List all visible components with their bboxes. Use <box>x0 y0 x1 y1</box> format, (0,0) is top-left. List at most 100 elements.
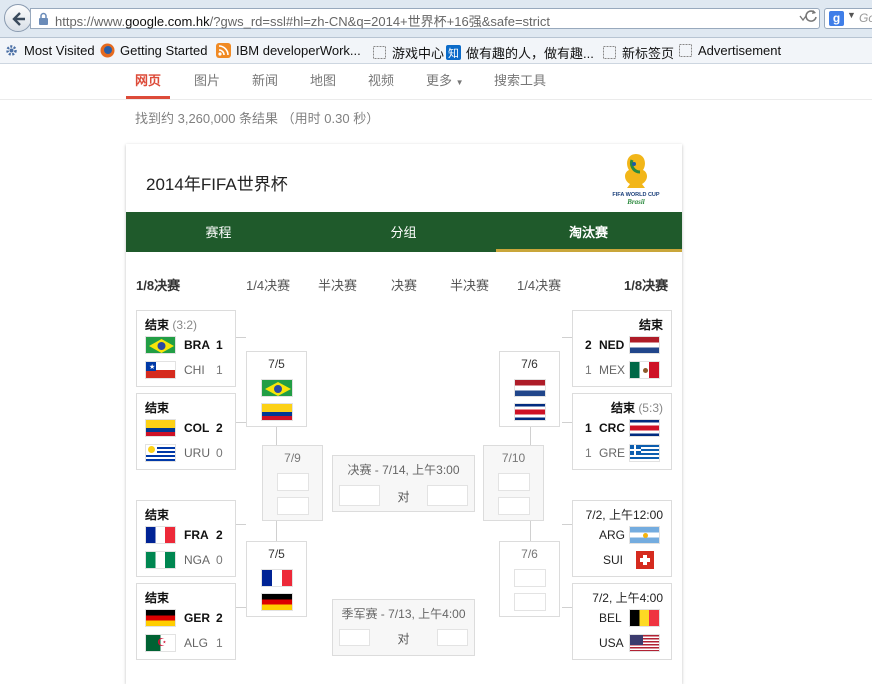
quarterfinal-right-bottom[interactable]: 7/6 <box>499 541 560 617</box>
match-card-bel-usa[interactable]: 7/2, 上午4:00 BEL USA <box>572 583 672 660</box>
round-header-qf-right: 1/4决赛 <box>517 278 562 293</box>
match-date: 7/6 <box>521 547 538 561</box>
bookmark-label: Most Visited <box>24 43 95 58</box>
team-code: FRA <box>184 528 209 542</box>
tab-knockout[interactable]: 淘汰赛 <box>496 222 681 241</box>
match-date: 7/6 <box>521 357 538 371</box>
team-score: 1 <box>216 636 223 650</box>
penalty-score: (5:3) <box>638 401 663 415</box>
team-score: 1 <box>585 446 592 460</box>
match-card-ger-alg[interactable]: 结束 GER 2 ☪ ALG 1 <box>136 583 236 660</box>
bookmark-advertisement[interactable]: Advertisement <box>678 43 781 58</box>
round-header-qf-left: 1/4决赛 <box>246 278 291 293</box>
bookmark-zhihu[interactable]: 知 做有趣的人，做有趣... <box>446 43 594 62</box>
back-button[interactable] <box>4 4 32 32</box>
tab-schedule[interactable]: 赛程 <box>126 222 311 241</box>
semifinal-right[interactable]: 7/10 <box>483 445 544 521</box>
bookmark-game-center[interactable]: 游戏中心 <box>372 43 444 62</box>
team-code: COL <box>184 421 210 435</box>
lock-icon <box>39 12 48 25</box>
bookmark-label: Getting Started <box>120 43 208 58</box>
tab-news[interactable]: 新闻 <box>252 70 278 89</box>
team-score: 0 <box>216 446 223 460</box>
quarterfinal-left-top[interactable]: 7/5 <box>246 351 307 427</box>
team-code: SUI <box>603 553 624 567</box>
browser-nav-bar: https://www.google.com.hk/?gws_rd=ssl#hl… <box>0 0 872 38</box>
match-card-arg-sui[interactable]: 7/2, 上午12:00 ARG SUI <box>572 500 672 577</box>
worldcup-card: 2014年FIFA世界杯 FIFA WORLD CUP Brasil 赛程 分组… <box>126 144 682 684</box>
match-card-crc-gre[interactable]: 结束 (5:3) 1 CRC 1 GRE <box>572 393 672 470</box>
url-path: /?gws_rd=ssl#hl=zh-CN&q=2014+世界杯+16强&saf… <box>209 14 550 29</box>
google-search-tabs: 网页 图片 新闻 地图 视频 更多 ▼ 搜索工具 <box>0 64 872 100</box>
flag-costa-rica-icon <box>629 419 660 437</box>
team-score: 1 <box>585 363 592 377</box>
team-slot <box>437 629 468 646</box>
third-place-match[interactable]: 季军赛 - 7/13, 上午4:00 对 <box>332 599 475 656</box>
bracket-connector <box>562 422 572 423</box>
match-card-bra-chi[interactable]: 结束 (3:2) BRA 1 ★ CHI 1 <box>136 310 236 387</box>
flag-netherlands-icon <box>514 379 546 397</box>
match-card-ned-mex[interactable]: 结束 2 NED 1 MEX <box>572 310 672 387</box>
match-card-col-uru[interactable]: 结束 COL 2 URU 0 <box>136 393 236 470</box>
flag-brazil-icon <box>145 336 176 354</box>
tab-images[interactable]: 图片 <box>194 70 220 89</box>
bookmark-getting-started[interactable]: Getting Started <box>100 43 207 58</box>
match-date: 7/5 <box>268 547 285 561</box>
bookmark-ibm[interactable]: IBM developerWork... <box>216 43 361 58</box>
bracket-connector <box>236 337 246 338</box>
flag-argentina-icon <box>629 526 660 544</box>
final-match[interactable]: 决赛 - 7/14, 上午3:00 对 <box>332 455 475 512</box>
card-title[interactable]: 2014年FIFA世界杯 <box>146 170 288 195</box>
bookmark-label: 新标签页 <box>622 46 675 61</box>
flag-colombia-icon <box>261 403 293 421</box>
url-host: google.com.hk <box>125 14 210 29</box>
quarterfinal-right-top[interactable]: 7/6 <box>499 351 560 427</box>
team-code: ARG <box>599 528 626 542</box>
tab-search-tools[interactable]: 搜索工具 <box>494 70 546 89</box>
tab-more[interactable]: 更多 ▼ <box>426 70 464 89</box>
bookmark-most-visited[interactable]: Most Visited <box>4 43 95 58</box>
chevron-down-icon[interactable]: ▼ <box>847 10 856 20</box>
team-score: 1 <box>216 338 223 352</box>
team-score: 2 <box>216 528 223 542</box>
bookmarks-bar: Most Visited Getting Started IBM develop… <box>0 38 872 64</box>
final-label: 决赛 - 7/14, 上午3:00 <box>347 463 460 477</box>
team-score: 1 <box>216 363 223 377</box>
google-search-engine-icon[interactable]: g <box>829 11 844 26</box>
card-tab-bar: 赛程 分组 淘汰赛 <box>126 212 682 252</box>
bracket-connector <box>276 521 277 541</box>
bookmark-new-tab[interactable]: 新标签页 <box>602 43 674 62</box>
tab-videos[interactable]: 视频 <box>368 70 394 89</box>
reload-icon[interactable] <box>804 9 818 23</box>
flag-france-icon <box>261 569 293 587</box>
bookmark-label: 做有趣的人，做有趣... <box>466 46 594 61</box>
flag-nigeria-icon <box>145 551 176 569</box>
team-code: CHI <box>184 363 205 377</box>
bookmark-label: Advertisement <box>698 43 782 58</box>
quarterfinal-left-bottom[interactable]: 7/5 <box>246 541 307 617</box>
flag-uruguay-icon <box>145 444 176 462</box>
match-card-fra-nga[interactable]: 结束 FRA 2 NGA 0 <box>136 500 236 577</box>
browser-search-box[interactable]: g ▼ Go <box>824 8 872 29</box>
gear-icon <box>4 43 19 58</box>
match-status: 结束 <box>145 591 170 605</box>
url-bar[interactable]: https://www.google.com.hk/?gws_rd=ssl#hl… <box>30 8 820 29</box>
match-time: 7/2, 上午4:00 <box>592 591 663 605</box>
tab-more-label: 更多 <box>426 73 453 88</box>
flag-switzerland-icon <box>629 551 660 569</box>
flag-greece-icon <box>629 444 660 462</box>
flag-germany-icon <box>261 593 293 611</box>
team-slot <box>514 569 546 587</box>
page-icon <box>678 43 693 58</box>
semifinal-left[interactable]: 7/9 <box>262 445 323 521</box>
page-icon <box>372 45 387 60</box>
tab-web[interactable]: 网页 <box>135 70 161 89</box>
tab-groups[interactable]: 分组 <box>311 222 496 241</box>
bookmark-label: IBM developerWork... <box>236 43 361 58</box>
match-status: 结束 <box>638 318 663 332</box>
tab-maps[interactable]: 地图 <box>310 70 336 89</box>
team-code: CRC <box>599 421 625 435</box>
firefox-icon <box>100 43 115 58</box>
round-header-sf-left: 半决赛 <box>318 278 358 293</box>
team-slot <box>427 485 468 506</box>
